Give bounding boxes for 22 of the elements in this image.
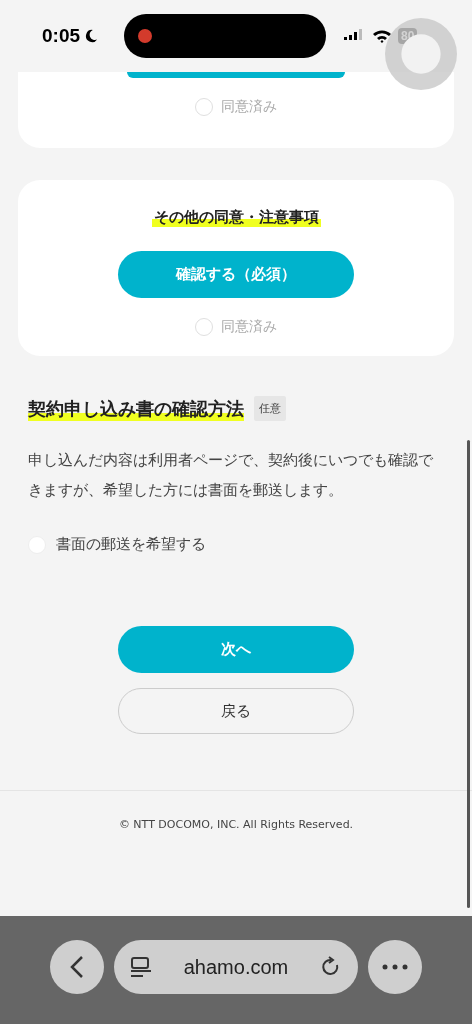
checkbox[interactable] — [195, 318, 213, 336]
chevron-left-icon — [68, 954, 86, 980]
copyright-text: © NTT DOCOMO, INC. All Rights Reserved. — [118, 818, 354, 831]
radio-label: 書面の郵送を希望する — [56, 535, 206, 554]
section-title: 契約申し込み書の確認方法 — [28, 396, 244, 421]
moon-icon — [84, 29, 99, 43]
back-button[interactable]: 戻る — [118, 688, 354, 734]
optional-badge: 任意 — [254, 396, 286, 421]
more-button[interactable] — [368, 940, 422, 994]
scrollbar[interactable] — [467, 440, 470, 908]
url-text: ahamo.com — [183, 955, 289, 979]
wifi-icon — [372, 29, 393, 43]
checkbox[interactable] — [195, 98, 213, 116]
description-text: 申し込んだ内容は利用者ページで、契約後にいつでも確認できますが、希望した方には書面を郵送します。 — [28, 450, 434, 501]
floating-circle-icon[interactable] — [385, 18, 457, 90]
checkbox-label: 同意済み — [221, 318, 277, 336]
more-icon — [382, 964, 408, 970]
back-nav-button[interactable] — [50, 940, 104, 994]
status-time: 0:05 — [42, 25, 81, 47]
address-bar[interactable]: ahamo.com — [114, 940, 358, 994]
reader-icon[interactable] — [130, 956, 152, 978]
checkbox-label: 同意済み — [221, 98, 277, 116]
